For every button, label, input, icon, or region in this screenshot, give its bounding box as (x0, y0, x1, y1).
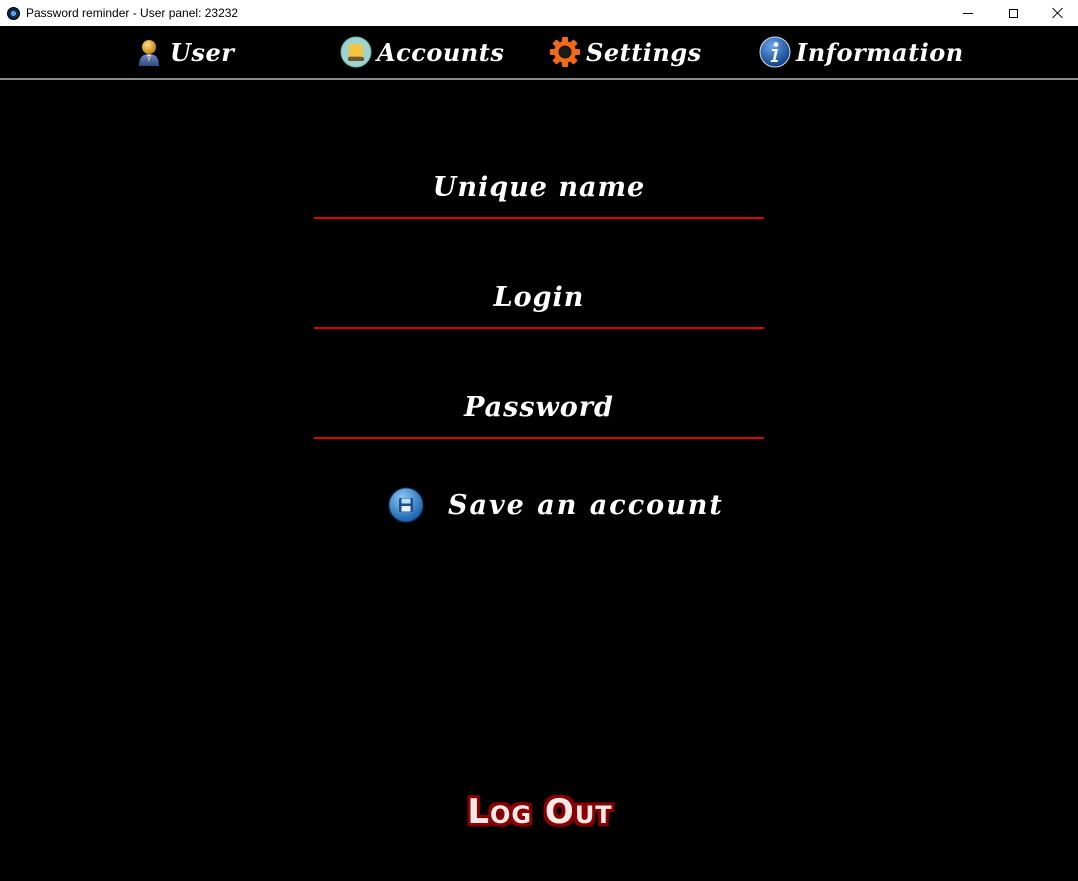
nav-item-accounts[interactable]: Accounts (340, 34, 504, 70)
close-icon (1052, 7, 1064, 19)
unique-name-input[interactable] (314, 156, 764, 218)
nav-label-accounts: Accounts (377, 37, 505, 67)
password-field-wrapper (314, 376, 764, 439)
app-window: Password reminder - User panel: 23232 Us… (0, 0, 1078, 881)
save-account-label: Save an account (448, 489, 724, 521)
nav-item-settings[interactable]: Settings (549, 34, 702, 70)
minimize-icon (963, 12, 973, 14)
gear-icon (549, 36, 581, 68)
nav-item-user[interactable]: User (133, 34, 234, 70)
app-logo-icon (7, 6, 20, 20)
user-icon (133, 36, 165, 68)
login-input[interactable] (314, 266, 764, 328)
window-title: Password reminder - User panel: 23232 (26, 6, 239, 20)
title-bar: Password reminder - User panel: 23232 (0, 0, 1078, 26)
main-nav: User Accounts Settings Information (0, 26, 1078, 80)
logout-button[interactable]: Log Out (440, 788, 640, 836)
logout-label: Log Out (467, 792, 613, 832)
book-icon (340, 36, 372, 68)
nav-label-information: Information (796, 37, 964, 67)
nav-label-user: User (170, 37, 235, 67)
nav-item-information[interactable]: Information (759, 34, 964, 70)
login-field-wrapper (314, 266, 764, 329)
maximize-icon (1008, 8, 1018, 18)
password-input[interactable] (314, 376, 764, 438)
info-icon (759, 36, 791, 68)
maximize-button[interactable] (990, 0, 1036, 26)
unique-name-field-wrapper (314, 156, 764, 219)
save-icon (388, 487, 424, 523)
nav-label-settings: Settings (586, 37, 702, 67)
close-button[interactable] (1035, 0, 1078, 26)
save-account-button[interactable]: Save an account (388, 486, 724, 524)
minimize-button[interactable] (945, 0, 991, 26)
